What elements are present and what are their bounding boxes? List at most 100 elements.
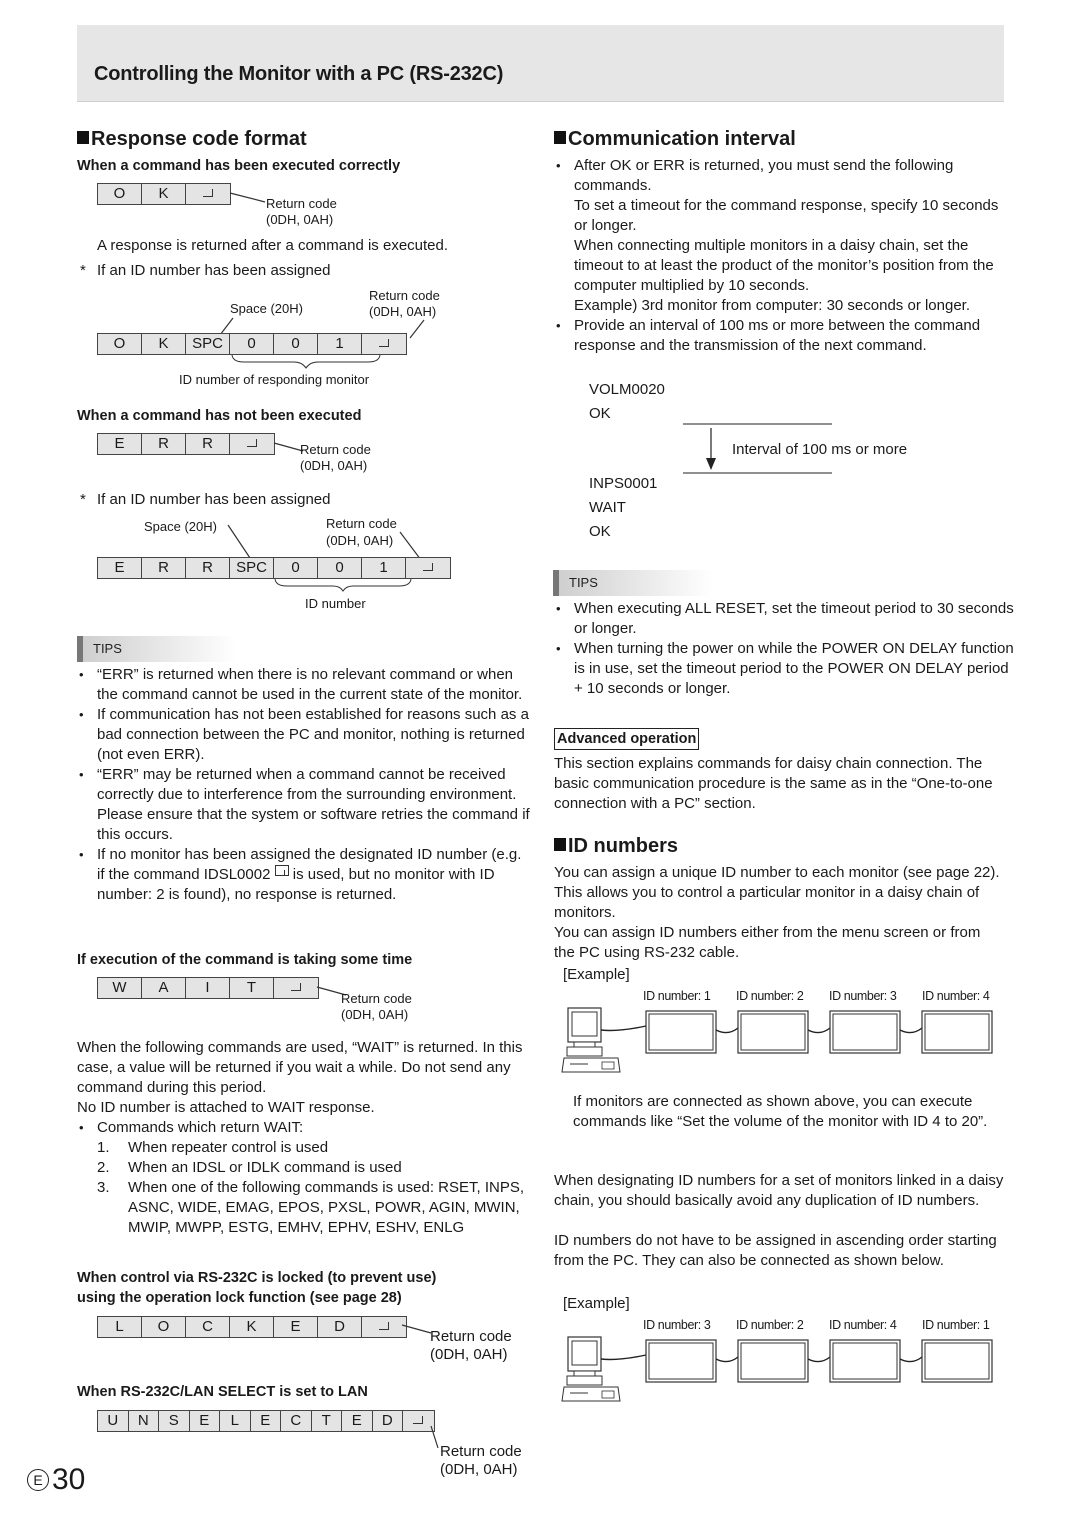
code-cell: K — [230, 1317, 274, 1337]
monitor-icon — [737, 1339, 809, 1383]
monitor-icon — [921, 1010, 993, 1054]
tips-label: TIPS — [77, 636, 237, 662]
code-cell: R — [186, 558, 230, 578]
code-cell: E — [342, 1411, 373, 1431]
tip-item: When turning the power on while the POWE… — [554, 639, 1014, 699]
chain1-note: If monitors are connected as shown above… — [573, 1093, 988, 1130]
code-cell: 0 — [230, 334, 274, 354]
wait-list-item: 1. When repeater control is used — [97, 1139, 329, 1156]
example-label: [Example] — [563, 966, 630, 983]
square-bullet-icon — [554, 838, 566, 851]
page-title: Controlling the Monitor with a PC (RS-23… — [94, 63, 504, 85]
sequence-line: OK — [589, 523, 611, 540]
code-cell: O — [142, 1317, 186, 1337]
code-cell: SPC — [230, 558, 274, 578]
code-cell: 0 — [274, 334, 318, 354]
tip-item: When executing ALL RESET, set the timeou… — [554, 599, 1014, 639]
section-title-comm-interval: Communication interval — [554, 127, 796, 151]
comm-bullet-item: After OK or ERR is returned, you must se… — [554, 156, 1014, 316]
monitor-icon — [921, 1339, 993, 1383]
pointer-line — [229, 192, 266, 203]
code-cell: A — [142, 978, 186, 998]
wait-bullet: Commands which return WAIT: — [77, 1118, 537, 1138]
code-row-unselected: U N S E L E C T E D — [97, 1410, 435, 1432]
section-title-response-code: Response code format — [77, 127, 307, 151]
code-cell: C — [281, 1411, 312, 1431]
id-para: ID numbers do not have to be assigned in… — [554, 1232, 997, 1269]
tips-label: TIPS — [553, 570, 713, 596]
example-label: [Example] — [563, 1295, 630, 1312]
code-cell: O — [98, 334, 142, 354]
return-code-cell — [406, 558, 450, 578]
asterisk: * — [80, 491, 86, 508]
return-symbol-icon — [291, 983, 301, 991]
code-cell: E — [274, 1317, 318, 1337]
sequence-line: OK — [589, 405, 611, 422]
comm-bullet-item: Provide an interval of 100 ms or more be… — [554, 316, 1014, 356]
code-cell: T — [312, 1411, 342, 1431]
code-cell: S — [159, 1411, 190, 1431]
code-cell: R — [142, 434, 186, 454]
return-code-hex: (0DH, 0AH) — [341, 1007, 409, 1022]
id-label: ID number: 4 — [829, 1318, 897, 1332]
return-code-label: Return code — [369, 288, 440, 303]
arrow-down-icon — [706, 458, 716, 470]
id-label: ID number: 1 — [922, 1318, 990, 1332]
code-cell: L — [98, 1317, 142, 1337]
daisy-chain-diagram-1 — [561, 1007, 993, 1073]
code-cell: T — [230, 978, 274, 998]
return-code-hex: (0DH, 0AH) — [266, 212, 334, 227]
wait-para: When the following commands are used, “W… — [77, 1039, 523, 1096]
heading-ok: When a command has been executed correct… — [77, 158, 401, 174]
monitor-icon — [645, 1010, 717, 1054]
id-label: ID number: 2 — [736, 989, 804, 1003]
code-row-ok-id: O K SPC 0 0 1 — [97, 333, 407, 355]
code-cell: E — [98, 434, 142, 454]
section-title-id-numbers: ID numbers — [554, 834, 678, 858]
heading-unselected: When RS-232C/LAN SELECT is set to LAN — [77, 1384, 368, 1400]
pc-icon — [561, 1007, 621, 1073]
daisy-chain-diagram-2 — [561, 1336, 993, 1402]
wait-list-item: 2. When an IDSL or IDLK command is used — [97, 1159, 402, 1176]
code-cell: 1 — [362, 558, 406, 578]
code-row-wait: W A I T — [97, 977, 319, 999]
return-symbol-icon — [423, 563, 433, 571]
return-symbol-icon — [203, 189, 213, 197]
wait-command-list: 1. When repeater control is used 2. When a… — [97, 1138, 527, 1238]
wait-bullet-item: Commands which return WAIT: — [77, 1118, 537, 1138]
code-cell: E — [190, 1411, 220, 1431]
code-row-ok: O K — [97, 183, 231, 205]
return-code-hex: (0DH, 0AH) — [430, 1346, 508, 1363]
return-symbol-icon — [379, 1322, 389, 1330]
code-cell: O — [98, 184, 142, 204]
code-cell: W — [98, 978, 142, 998]
advanced-text: This section explains commands for daisy… — [554, 755, 993, 812]
sequence-line: WAIT — [589, 499, 626, 516]
heading-wait: If execution of the command is taking so… — [77, 952, 413, 968]
code-cell: D — [318, 1317, 362, 1337]
heading-err: When a command has not been executed — [77, 408, 362, 424]
sequence-line: INPS0001 — [589, 475, 658, 492]
sequence-line: VOLM0020 — [589, 381, 665, 398]
code-cell: 1 — [318, 334, 362, 354]
tip-item: “ERR” is returned when there is no relev… — [77, 665, 532, 705]
code-cell: N — [129, 1411, 159, 1431]
id-note: If an ID number has been assigned — [97, 262, 331, 279]
interval-label: Interval of 100 ms or more — [732, 441, 908, 458]
return-code-cell — [186, 184, 230, 204]
code-cell: E — [251, 1411, 281, 1431]
code-cell: E — [98, 558, 142, 578]
id-label: ID number: 1 — [643, 989, 711, 1003]
code-cell: K — [142, 184, 186, 204]
return-symbol-icon — [247, 439, 257, 447]
heading-locked-2: using the operation lock function (see p… — [77, 1290, 402, 1306]
code-cell: C — [186, 1317, 230, 1337]
id-label: ID number: 3 — [829, 989, 897, 1003]
ok-description: A response is returned after a command i… — [97, 237, 449, 254]
monitor-icon — [829, 1010, 901, 1054]
id-label: ID number: 4 — [922, 989, 990, 1003]
code-cell: K — [142, 334, 186, 354]
return-code-cell — [274, 978, 318, 998]
square-bullet-icon — [554, 131, 566, 144]
code-cell: SPC — [186, 334, 230, 354]
